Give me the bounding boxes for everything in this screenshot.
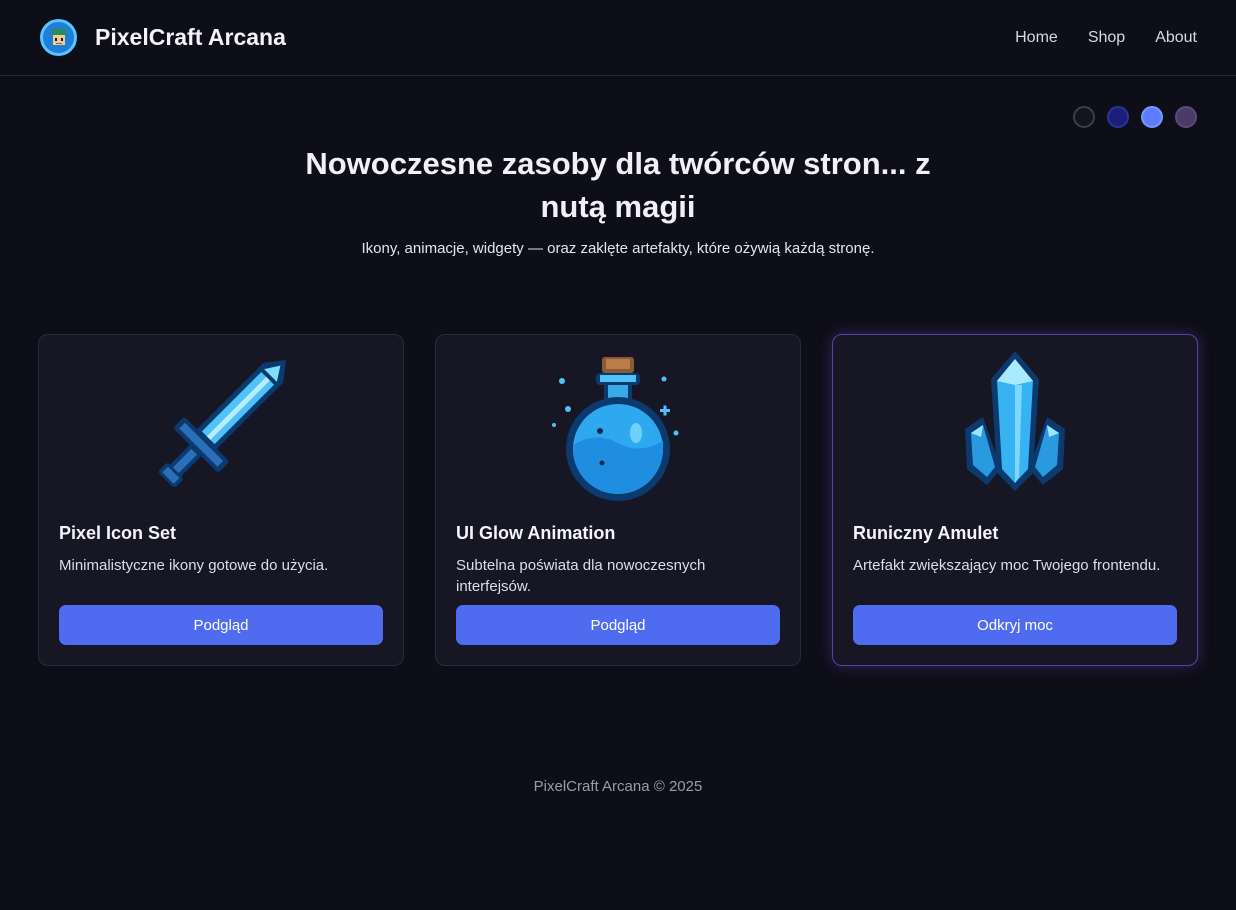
- nav-home[interactable]: Home: [1015, 29, 1058, 47]
- theme-dot-indigo[interactable]: [1107, 106, 1129, 128]
- preview-button[interactable]: Podgląd: [456, 605, 780, 645]
- hero-title: Nowoczesne zasoby dla twórców stron... z…: [305, 146, 931, 224]
- potion-flask-icon: [456, 335, 780, 515]
- preview-button[interactable]: Podgląd: [59, 605, 383, 645]
- pixel-character-icon: [40, 19, 77, 56]
- card-description: Minimalistyczne ikony gotowe do użycia.: [59, 557, 329, 574]
- product-card-featured: Runiczny Amulet Artefakt zwiększający mo…: [832, 334, 1198, 666]
- discover-power-button[interactable]: Odkryj moc: [853, 605, 1177, 645]
- card-title: Pixel Icon Set: [59, 523, 177, 543]
- product-card: Pixel Icon Set Minimalistyczne ikony got…: [38, 334, 404, 666]
- theme-dot-dark[interactable]: [1073, 106, 1095, 128]
- card-description: Subtelna poświata dla nowoczesnych inter…: [456, 557, 706, 595]
- crystal-icon: [853, 335, 1177, 515]
- product-card: UI Glow Animation Subtelna poświata dla …: [435, 334, 801, 666]
- nav-shop[interactable]: Shop: [1088, 29, 1125, 47]
- brand-name: PixelCraft Arcana: [95, 24, 286, 50]
- theme-dot-blue[interactable]: [1141, 106, 1163, 128]
- theme-switcher: [1073, 106, 1197, 128]
- card-title: Runiczny Amulet: [853, 523, 999, 543]
- product-cards: Pixel Icon Set Minimalistyczne ikony got…: [38, 334, 1198, 666]
- theme-dot-purple[interactable]: [1175, 106, 1197, 128]
- brand[interactable]: PixelCraft Arcana: [40, 19, 286, 56]
- card-description: Artefakt zwiększający moc Twojego fronte…: [853, 557, 1161, 574]
- main-nav: Home Shop About: [1015, 29, 1197, 47]
- card-title: UI Glow Animation: [456, 523, 616, 543]
- site-header: PixelCraft Arcana Home Shop About: [0, 0, 1236, 76]
- pixel-sword-icon: [59, 335, 383, 515]
- site-footer: PixelCraft Arcana © 2025: [533, 778, 703, 795]
- nav-about[interactable]: About: [1155, 29, 1197, 47]
- hero-subtitle: Ikony, animacje, widgety — oraz zaklęte …: [361, 240, 875, 257]
- hero: Nowoczesne zasoby dla twórców stron... z…: [0, 76, 1236, 257]
